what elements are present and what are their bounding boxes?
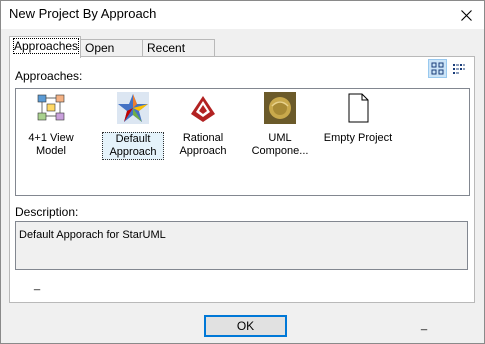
status-dash-left: _ xyxy=(34,279,41,291)
ok-button[interactable]: OK xyxy=(204,315,287,337)
tab-approaches-label: Approaches xyxy=(12,38,80,54)
approach-item-default[interactable]: Default Approach xyxy=(102,92,164,160)
list-view-icon xyxy=(453,64,465,74)
tab-approaches[interactable]: Approaches xyxy=(9,36,81,58)
uml-component-icon xyxy=(264,92,296,124)
large-icons-view-button[interactable] xyxy=(428,59,447,78)
tab-panel-approaches: Approaches: 4+1 View Model Default Appro… xyxy=(9,56,475,303)
dialog-window: New Project By Approach Approaches Open … xyxy=(0,0,485,344)
view-mode-toolbar xyxy=(428,59,468,78)
close-button[interactable] xyxy=(448,1,484,29)
description-box: Default Apporach for StarUML xyxy=(15,221,468,270)
approaches-label: Approaches: xyxy=(15,69,83,83)
close-icon xyxy=(460,9,472,21)
tab-open-files[interactable]: Open Files xyxy=(80,39,143,72)
list-view-button[interactable] xyxy=(449,59,468,78)
approach-item-uml-components[interactable]: UML Compone... xyxy=(249,92,311,158)
approach-item-empty-project[interactable]: Empty Project xyxy=(319,92,397,145)
title-bar: New Project By Approach xyxy=(1,1,484,29)
empty-project-icon xyxy=(348,93,369,123)
item-label: Rational Approach xyxy=(179,132,227,157)
approach-item-41-view-model[interactable]: 4+1 View Model xyxy=(20,92,82,158)
description-text: Default Apporach for StarUML xyxy=(19,229,166,241)
default-approach-icon xyxy=(117,92,149,124)
description-label: Description: xyxy=(15,205,79,219)
tab-recent-files[interactable]: Recent Files xyxy=(142,39,215,72)
item-label: Empty Project xyxy=(323,132,393,144)
window-title: New Project By Approach xyxy=(9,6,157,21)
41-view-model-icon xyxy=(37,94,65,121)
item-label: Default Approach xyxy=(102,132,164,160)
item-label: 4+1 View Model xyxy=(28,132,74,157)
ok-button-label: OK xyxy=(236,319,255,333)
item-label: UML Compone... xyxy=(251,132,309,157)
large-icons-icon xyxy=(431,62,444,75)
approaches-list[interactable]: 4+1 View Model Default Approach Rational… xyxy=(15,88,470,196)
tab-strip: Approaches Open Files Recent Files xyxy=(9,36,475,72)
approach-item-rational[interactable]: Rational Approach xyxy=(172,92,234,158)
rational-approach-icon xyxy=(191,96,215,122)
status-dash-right: _ xyxy=(421,319,428,331)
